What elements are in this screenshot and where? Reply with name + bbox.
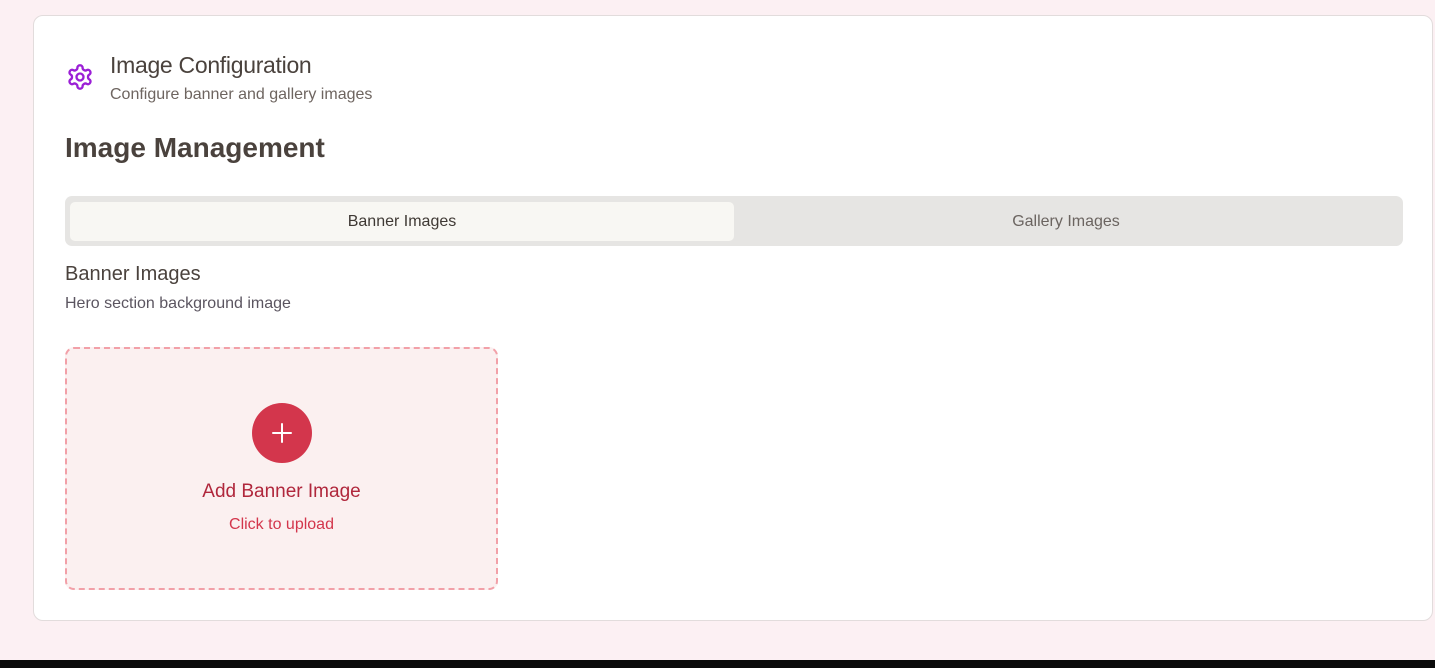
image-tabs: Banner Images Gallery Images [65, 196, 1403, 246]
add-banner-image-dropzone[interactable]: Add Banner Image Click to upload [65, 347, 498, 590]
bottom-bar [0, 660, 1435, 668]
banner-images-title: Banner Images [65, 263, 201, 285]
section-heading: Image Management [65, 132, 325, 163]
image-configuration-card: Image Configuration Configure banner and… [33, 15, 1433, 621]
upload-subtitle: Click to upload [229, 516, 334, 533]
page-title: Image Configuration [110, 52, 312, 78]
tab-gallery-images[interactable]: Gallery Images [734, 202, 1398, 241]
page-subtitle: Configure banner and gallery images [110, 86, 373, 103]
gear-icon [68, 64, 92, 90]
add-image-button[interactable] [252, 403, 312, 463]
plus-icon [272, 423, 292, 443]
tab-banner-images[interactable]: Banner Images [70, 202, 734, 241]
banner-images-description: Hero section background image [65, 295, 291, 312]
upload-title: Add Banner Image [202, 481, 361, 502]
